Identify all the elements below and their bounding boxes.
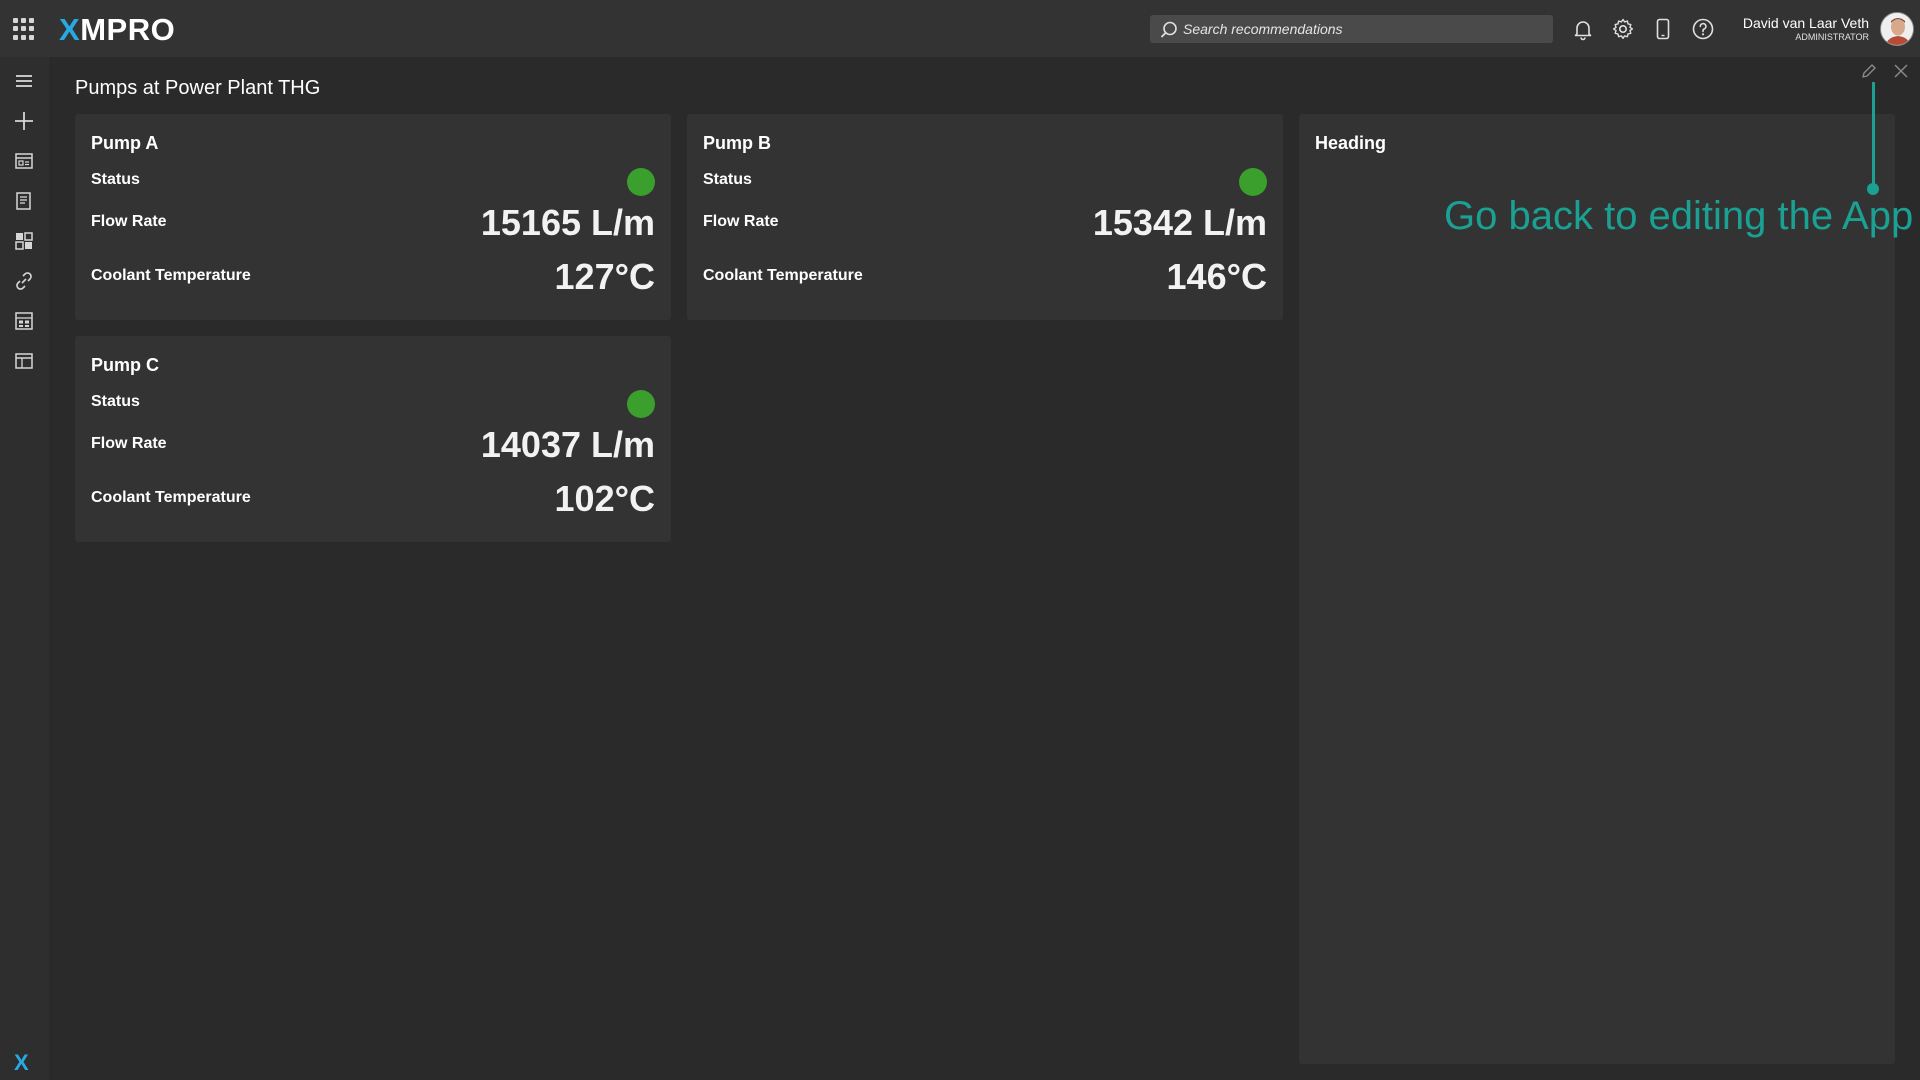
- flow-rate-label: Flow Rate: [91, 435, 167, 452]
- user-name: David van Laar Veth: [1742, 15, 1869, 31]
- user-role: ADMINISTRATOR: [1795, 32, 1869, 42]
- pump-name: Pump B: [703, 133, 772, 153]
- flow-rate-value: 15342 L/m: [1092, 202, 1267, 243]
- apps-grid-icon[interactable]: [13, 18, 35, 40]
- flow-rate-value: 15165 L/m: [480, 202, 655, 243]
- tooltip-text: Go back to editing the App: [1444, 194, 1914, 238]
- flow-rate-label: Flow Rate: [91, 213, 167, 230]
- recommendation-icon[interactable]: [12, 189, 36, 213]
- status-label: Status: [91, 393, 140, 410]
- pump-name: Pump C: [91, 355, 160, 375]
- top-bar: XMPRO David van Laar Veth ADMINISTRATOR: [0, 0, 1920, 57]
- coolant-temperature-label: Coolant Temperature: [703, 267, 863, 284]
- window-icon[interactable]: [12, 349, 36, 373]
- flow-rate-label: Flow Rate: [703, 213, 779, 230]
- pump-name: Pump A: [91, 133, 159, 153]
- flow-rate-value: 14037 L/m: [480, 424, 655, 465]
- user-avatar-image: [1881, 13, 1913, 45]
- app-icon[interactable]: [12, 149, 36, 173]
- link-icon[interactable]: [12, 269, 36, 293]
- coolant-temperature-label: Coolant Temperature: [91, 489, 251, 506]
- gear-icon[interactable]: [1611, 17, 1635, 41]
- user-info[interactable]: David van Laar Veth ADMINISTRATOR: [1743, 15, 1869, 42]
- menu-icon[interactable]: [12, 69, 36, 93]
- mobile-icon[interactable]: [1651, 17, 1675, 41]
- search-icon: [1160, 21, 1177, 38]
- page-title: Pumps at Power Plant THG: [75, 77, 321, 99]
- xmpro-logo[interactable]: XMPRO: [59, 12, 175, 48]
- add-icon[interactable]: [12, 109, 36, 133]
- edit-pencil-icon[interactable]: [1860, 62, 1878, 80]
- coolant-temperature-value: 127°C: [554, 256, 655, 297]
- dashboard-icon[interactable]: [12, 229, 36, 253]
- heading-card: Heading: [1299, 114, 1895, 1064]
- pump-card-b: Pump B Status Flow Rate 15342 L/m Coolan…: [687, 114, 1283, 320]
- status-indicator: [1239, 168, 1267, 196]
- status-indicator: [627, 168, 655, 196]
- coolant-temperature-label: Coolant Temperature: [91, 267, 251, 284]
- grid-icon[interactable]: [12, 309, 36, 333]
- pump-card-c: Pump C Status Flow Rate 14037 L/m Coolan…: [75, 336, 671, 542]
- status-label: Status: [91, 171, 140, 188]
- close-icon[interactable]: [1893, 63, 1909, 79]
- status-indicator: [627, 390, 655, 418]
- avatar[interactable]: [1880, 12, 1914, 46]
- help-icon[interactable]: [1691, 17, 1715, 41]
- heading-title: Heading: [1315, 133, 1387, 153]
- xmpro-x-logo[interactable]: X: [14, 1050, 29, 1076]
- pump-card-a: Pump A Status Flow Rate 15165 L/m Coolan…: [75, 114, 671, 320]
- sidebar: X: [0, 57, 51, 1080]
- bell-icon[interactable]: [1571, 17, 1595, 41]
- tooltip-pointer-line: [1872, 82, 1875, 188]
- coolant-temperature-value: 102°C: [554, 478, 655, 519]
- search-box[interactable]: [1150, 15, 1553, 43]
- coolant-temperature-value: 146°C: [1166, 256, 1267, 297]
- status-label: Status: [703, 171, 752, 188]
- search-input[interactable]: [1183, 15, 1543, 43]
